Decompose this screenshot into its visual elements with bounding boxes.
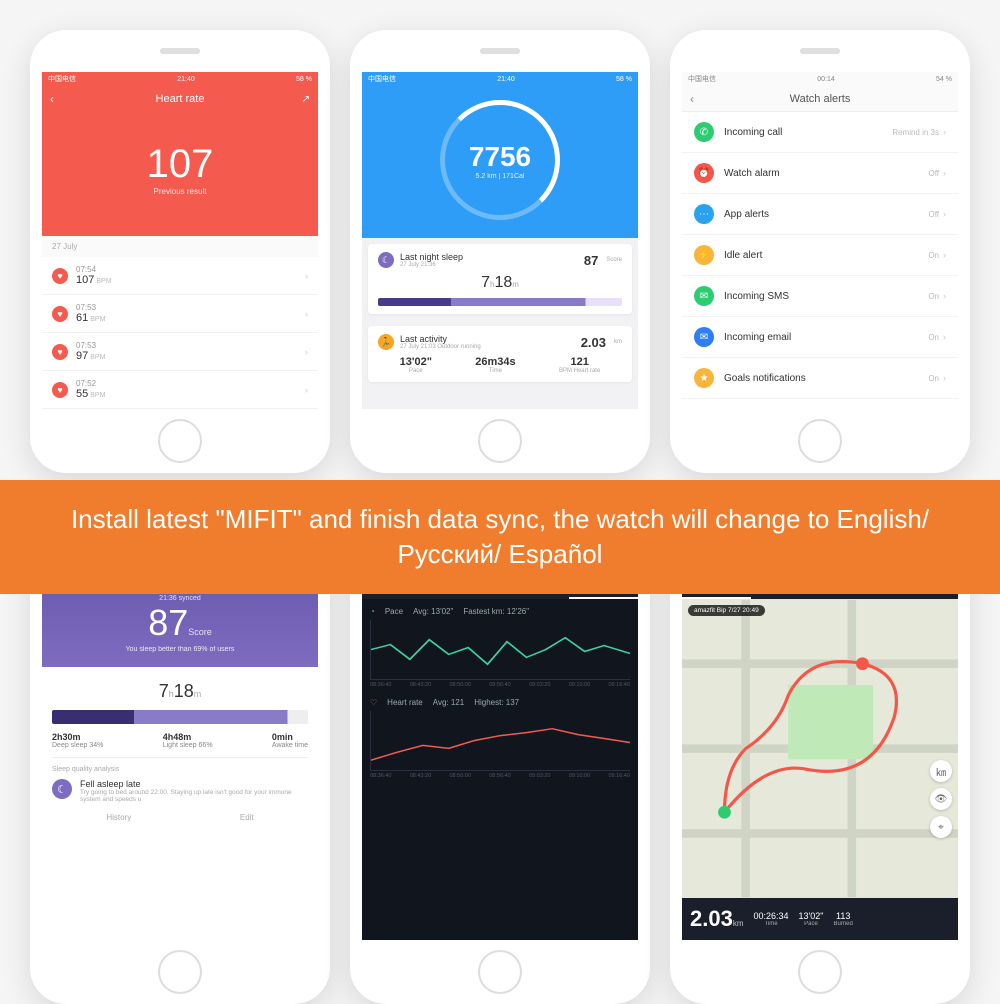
steps-count: 7756	[469, 141, 531, 173]
heart-rate-sub: Previous result	[42, 187, 318, 196]
alert-row[interactable]: ✉ Incoming SMS On ›	[682, 276, 958, 317]
phone-dashboard: 中国电信21:4058 % 7756 5.2 km | 171Cal ☾ Las…	[350, 30, 650, 473]
status-bar: 中国电信00:1454 %	[682, 72, 958, 86]
steps-ring: 7756 5.2 km | 171Cal	[440, 100, 560, 220]
steps-hero: 7756 5.2 km | 171Cal	[362, 86, 638, 238]
pace-icon: ◔	[370, 607, 375, 616]
chevron-right-icon: ›	[305, 271, 308, 281]
status-bar: 中国电信21:4058 %	[42, 72, 318, 86]
hr-date: 27 July	[42, 236, 318, 257]
share-icon[interactable]: ↗	[302, 94, 310, 105]
alert-row[interactable]: ⚡ Idle alert On ›	[682, 235, 958, 276]
heart-icon: ♥	[52, 306, 68, 322]
steps-sub: 5.2 km | 171Cal	[476, 173, 525, 180]
sleep-bar	[378, 298, 622, 306]
chevron-right-icon: ›	[943, 332, 946, 342]
page-title: Watch alerts	[790, 93, 851, 105]
chevron-right-icon: ›	[305, 309, 308, 319]
back-icon[interactable]: ‹	[690, 92, 694, 106]
route-map[interactable]: amazfit Bip 7/27 20:49 ㎞ 👁 ⌖	[682, 599, 958, 898]
alert-row[interactable]: ✆ Incoming call Remind in 3s ›	[682, 112, 958, 153]
heart-icon: ♡	[370, 698, 377, 707]
heart-rate-chart: ♡Heart rateAvg: 121Highest: 137 08:36:40…	[370, 698, 630, 779]
alert-icon: ✉	[694, 327, 714, 347]
alert-icon: ⏰	[694, 163, 714, 183]
hr-row[interactable]: ♥ 07:5397BPM ›	[42, 333, 318, 371]
chevron-right-icon: ›	[943, 168, 946, 178]
chevron-right-icon: ›	[943, 127, 946, 137]
alert-icon: ⋯	[694, 204, 714, 224]
alert-row[interactable]: ★ Goals notifications On ›	[682, 358, 958, 399]
app-bar: ‹ Heart rate ↗	[42, 86, 318, 112]
map-label: amazfit Bip 7/27 20:49	[688, 605, 765, 616]
map-km-button[interactable]: ㎞	[930, 760, 952, 782]
alert-icon: ★	[694, 368, 714, 388]
heart-rate-value: 107	[42, 142, 318, 187]
edit-button[interactable]: Edit	[240, 813, 254, 822]
hr-row[interactable]: ♥ 07:5361BPM ›	[42, 295, 318, 333]
runner-icon: 🏃	[378, 334, 394, 350]
pace-chart: ◔PaceAvg: 13'02"Fastest km: 12'26" 08:36…	[370, 607, 630, 688]
alert-row[interactable]: ✉ Incoming email On ›	[682, 317, 958, 358]
activity-card[interactable]: 🏃 Last activity 27 July 21:03 Outdoor ru…	[368, 326, 632, 382]
page-title: Heart rate	[156, 93, 205, 105]
alert-row[interactable]: ⋯ App alerts Off ›	[682, 194, 958, 235]
history-button[interactable]: History	[106, 813, 131, 822]
chevron-right-icon: ›	[943, 209, 946, 219]
hr-row[interactable]: ♥ 07:54107BPM ›	[42, 257, 318, 295]
phone-heart-rate: 中国电信21:4058 % ‹ Heart rate ↗ 107 Previou…	[30, 30, 330, 473]
chevron-right-icon: ›	[305, 347, 308, 357]
map-locate-button[interactable]: ⌖	[930, 816, 952, 838]
sleep-duration: 7h18m	[378, 268, 622, 298]
chevron-right-icon: ›	[943, 291, 946, 301]
chevron-right-icon: ›	[943, 373, 946, 383]
heart-icon: ♥	[52, 382, 68, 398]
sleep-bar	[52, 710, 308, 724]
phone-watch-alerts: 中国电信00:1454 % ‹ Watch alerts ✆ Incoming …	[670, 30, 970, 473]
heart-icon: ♥	[52, 268, 68, 284]
heart-rate-hero: 107 Previous result	[42, 112, 318, 236]
alert-icon: ⚡	[694, 245, 714, 265]
alert-row[interactable]: ⏰ Watch alarm Off ›	[682, 153, 958, 194]
map-footer: 2.03km 00:26:34Time 13'02"Pace 113Burned	[682, 898, 958, 940]
heart-icon: ♥	[52, 344, 68, 360]
status-bar: 中国电信21:4058 %	[362, 72, 638, 86]
chevron-right-icon: ›	[943, 250, 946, 260]
chevron-right-icon: ›	[305, 385, 308, 395]
alert-icon: ✆	[694, 122, 714, 142]
moon-icon: ☾	[52, 779, 72, 799]
map-view-button[interactable]: 👁	[930, 788, 952, 810]
sleep-card[interactable]: ☾ Last night sleep 27 July 21:36 87 Scor…	[368, 244, 632, 314]
instruction-banner: Install latest "MIFIT" and finish data s…	[0, 480, 1000, 594]
back-icon[interactable]: ‹	[50, 92, 54, 106]
hr-row[interactable]: ♥ 07:5255BPM ›	[42, 371, 318, 409]
app-bar: ‹ Watch alerts	[682, 86, 958, 112]
sleep-duration: 7h18m	[52, 677, 308, 710]
alert-icon: ✉	[694, 286, 714, 306]
moon-icon: ☾	[378, 252, 394, 268]
